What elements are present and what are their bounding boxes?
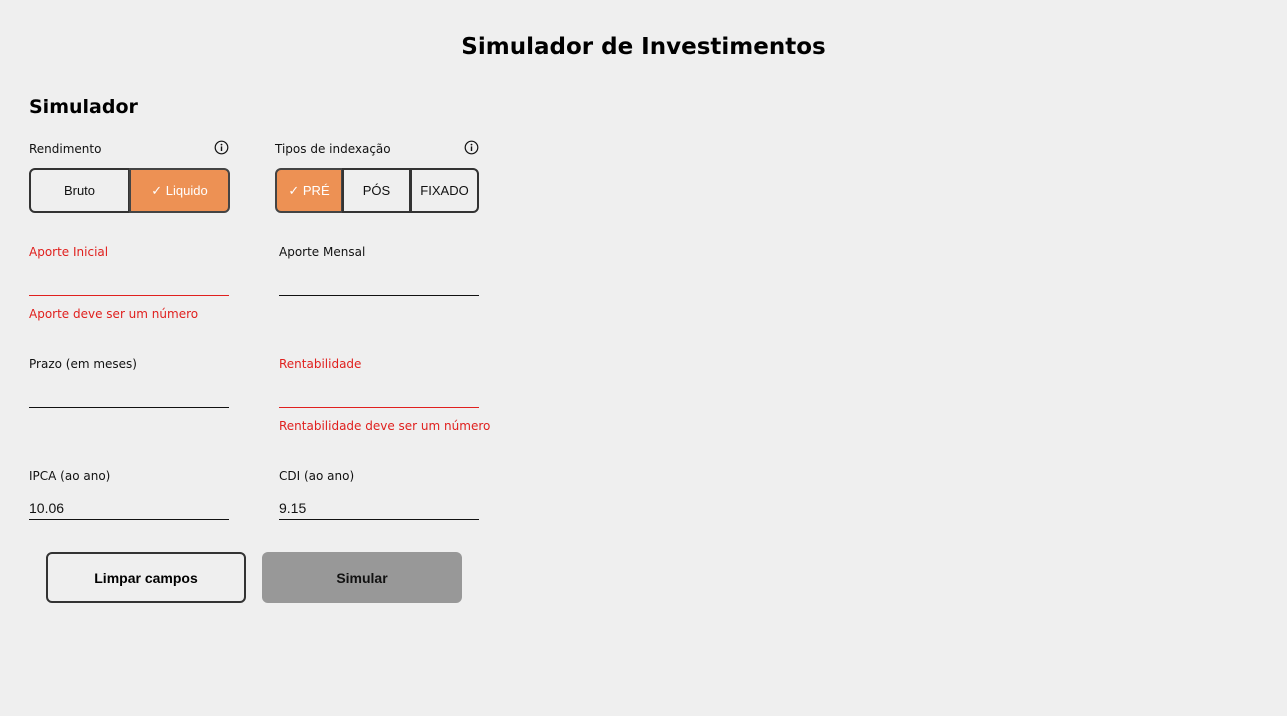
rentabilidade-input[interactable] (279, 384, 479, 408)
indexacao-label: Tipos de indexação (275, 142, 391, 156)
simulate-button[interactable]: Simular (262, 552, 462, 603)
rendimento-toggle: Bruto ✓ Liquido (29, 168, 230, 213)
clear-fields-button[interactable]: Limpar campos (46, 552, 246, 603)
ipca-input[interactable] (29, 496, 229, 520)
indexacao-fixado-button[interactable]: FIXADO (410, 168, 479, 213)
ipca-label: IPCA (ao ano) (29, 469, 111, 483)
rendimento-label: Rendimento (29, 142, 102, 156)
aporte-inicial-error: Aporte deve ser um número (29, 307, 199, 321)
info-icon[interactable] (214, 140, 229, 155)
cdi-label: CDI (ao ano) (279, 469, 355, 483)
aporte-inicial-label: Aporte Inicial (29, 245, 109, 259)
rendimento-bruto-button[interactable]: Bruto (29, 168, 130, 213)
prazo-input[interactable] (29, 384, 229, 408)
indexacao-toggle: ✓ PRÉ PÓS FIXADO (275, 168, 479, 213)
aporte-inicial-input[interactable] (29, 272, 229, 296)
indexacao-pre-button[interactable]: ✓ PRÉ (275, 168, 343, 213)
cdi-input[interactable] (279, 496, 479, 520)
section-title: Simulador (29, 96, 138, 118)
indexacao-pos-button[interactable]: PÓS (342, 168, 411, 213)
info-icon[interactable] (464, 140, 479, 155)
rentabilidade-error: Rentabilidade deve ser um número (279, 419, 491, 433)
aporte-mensal-input[interactable] (279, 272, 479, 296)
prazo-label: Prazo (em meses) (29, 357, 137, 371)
rendimento-liquido-button[interactable]: ✓ Liquido (129, 168, 230, 213)
page-title: Simulador de Investimentos (461, 34, 826, 60)
aporte-mensal-label: Aporte Mensal (279, 245, 366, 259)
rentabilidade-label: Rentabilidade (279, 357, 362, 371)
page: Simulador de Investimentos Simulador Ren… (0, 0, 1287, 716)
